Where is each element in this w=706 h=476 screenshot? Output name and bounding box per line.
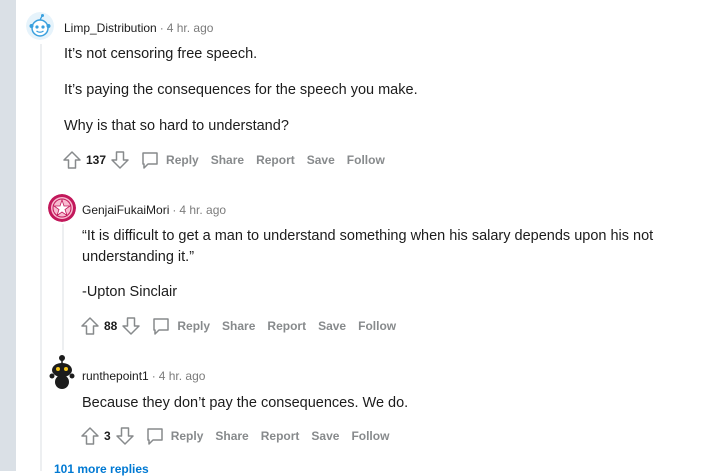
- comment-paragraph: It’s paying the consequences for the spe…: [64, 82, 418, 98]
- upvote-icon[interactable]: [80, 426, 100, 446]
- downvote-icon[interactable]: [115, 426, 135, 446]
- comment-body: It’s not censoring free speech. It’s pay…: [64, 44, 684, 137]
- share-button[interactable]: Share: [218, 319, 259, 333]
- author-name[interactable]: runthepoint1: [82, 369, 149, 383]
- vote-count: 88: [104, 319, 118, 333]
- report-button[interactable]: Report: [252, 153, 299, 167]
- follow-button[interactable]: Follow: [343, 153, 389, 167]
- comment-bubble-icon: [153, 318, 170, 335]
- separator-dot: ·: [159, 21, 164, 35]
- avatar[interactable]: [48, 354, 76, 390]
- comment-actions: 137 Reply Share Report Save Follow: [62, 148, 393, 172]
- author-name[interactable]: GenjaiFukaiMori: [82, 203, 169, 217]
- upvote-icon[interactable]: [80, 316, 100, 336]
- left-rail: [0, 0, 16, 471]
- separator-dot: ·: [151, 369, 156, 383]
- comment-paragraph: “It is difficult to get a man to underst…: [82, 228, 654, 265]
- downvote-icon[interactable]: [110, 150, 130, 170]
- reply-label: Reply: [166, 153, 199, 167]
- timestamp[interactable]: 4 hr. ago: [167, 21, 214, 35]
- comment-bubble-icon: [142, 152, 158, 169]
- save-button[interactable]: Save: [314, 319, 350, 333]
- comment-actions: 3 Reply Share Report Save Follow: [80, 424, 397, 448]
- comment-bubble-icon: [146, 428, 163, 445]
- comment-paragraph: It’s not censoring free speech.: [64, 46, 258, 62]
- vote-count: 137: [86, 153, 107, 167]
- author-name[interactable]: Limp_Distribution: [64, 21, 157, 35]
- follow-button[interactable]: Follow: [354, 319, 400, 333]
- report-button[interactable]: Report: [257, 429, 304, 443]
- reply-button[interactable]: Reply: [136, 150, 203, 170]
- timestamp[interactable]: 4 hr. ago: [179, 203, 226, 217]
- save-button[interactable]: Save: [307, 429, 343, 443]
- comment-actions: 88 Reply Share Report Save Follow: [80, 314, 404, 338]
- separator-dot: ·: [172, 203, 177, 217]
- share-button[interactable]: Share: [207, 153, 248, 167]
- avatar[interactable]: [26, 12, 54, 40]
- reply-button[interactable]: Reply: [141, 426, 208, 446]
- flower-avatar-icon: [48, 194, 76, 222]
- vote-count: 3: [104, 429, 111, 443]
- reply-label: Reply: [177, 319, 211, 333]
- snoo-dark-avatar-icon: [49, 355, 75, 389]
- timestamp[interactable]: 4 hr. ago: [159, 369, 206, 383]
- comment-paragraph: Why is that so hard to understand?: [64, 118, 289, 134]
- comment-body: “It is difficult to get a man to underst…: [82, 226, 692, 303]
- follow-button[interactable]: Follow: [347, 429, 393, 443]
- reply-button[interactable]: Reply: [147, 316, 214, 336]
- snoo-avatar-icon: [26, 12, 54, 40]
- comment-header: runthepoint1 · 4 hr. ago: [82, 368, 205, 384]
- reply-label: Reply: [170, 429, 204, 443]
- save-button[interactable]: Save: [303, 153, 339, 167]
- comment-body: Because they don’t pay the consequences.…: [82, 393, 692, 414]
- upvote-icon[interactable]: [62, 150, 82, 170]
- share-button[interactable]: Share: [211, 429, 252, 443]
- report-button[interactable]: Report: [263, 319, 310, 333]
- comment-header: GenjaiFukaiMori · 4 hr. ago: [82, 202, 226, 218]
- thread-line[interactable]: [40, 44, 42, 471]
- downvote-icon[interactable]: [121, 316, 141, 336]
- avatar[interactable]: [48, 194, 76, 222]
- comment-paragraph: -Upton Sinclair: [82, 284, 178, 300]
- comment-header: Limp_Distribution · 4 hr. ago: [64, 20, 213, 36]
- comment-paragraph: Because they don’t pay the consequences.…: [82, 395, 409, 411]
- more-replies-link[interactable]: 101 more replies: [54, 462, 149, 476]
- thread-line[interactable]: [62, 224, 64, 350]
